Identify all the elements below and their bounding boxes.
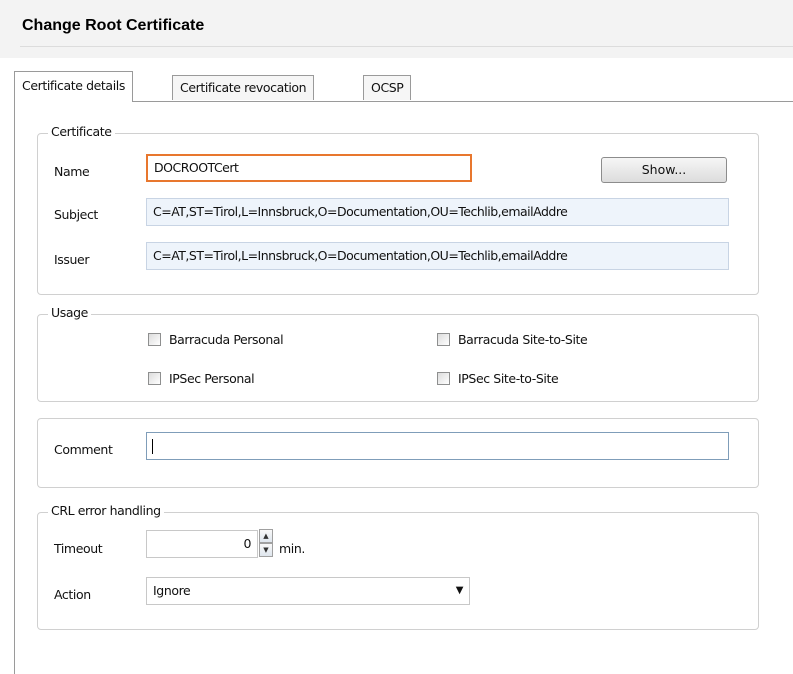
action-selected-value: Ignore [153, 583, 191, 598]
text-caret [152, 439, 153, 454]
issuer-label: Issuer [54, 252, 90, 267]
checkbox-box[interactable] [148, 372, 161, 385]
checkbox-ipsec-personal[interactable]: IPSec Personal [148, 371, 255, 386]
timeout-spinner[interactable]: ▲ ▼ [259, 529, 273, 559]
action-select[interactable]: Ignore ▼ [146, 577, 470, 605]
timeout-label: Timeout [54, 541, 103, 556]
spin-up-icon[interactable]: ▲ [259, 529, 273, 543]
issuer-field[interactable]: C=AT,ST=Tirol,L=Innsbruck,O=Documentatio… [146, 242, 729, 270]
checkbox-label: Barracuda Personal [169, 332, 284, 347]
name-label: Name [54, 164, 90, 179]
window-title: Change Root Certificate [22, 17, 205, 34]
timeout-unit: min. [279, 541, 305, 556]
checkbox-box[interactable] [437, 333, 450, 346]
certificate-legend: Certificate [48, 124, 115, 139]
subject-label: Subject [54, 207, 98, 222]
comment-input[interactable] [146, 432, 729, 460]
checkbox-ipsec-site-to-site[interactable]: IPSec Site-to-Site [437, 371, 559, 386]
usage-group: Usage Barracuda Personal Barracuda Site-… [37, 305, 759, 402]
checkbox-label: Barracuda Site-to-Site [458, 332, 588, 347]
crl-legend: CRL error handling [48, 503, 164, 518]
tab-certificate-details[interactable]: Certificate details [14, 71, 133, 102]
crl-error-handling-group: CRL error handling Timeout 0 ▲ ▼ min. Ac… [37, 503, 759, 630]
tab-ocsp[interactable]: OCSP [363, 75, 412, 100]
checkbox-label: IPSec Personal [169, 371, 255, 386]
title-divider [20, 46, 793, 47]
tab-certificate-revocation[interactable]: Certificate revocation [172, 75, 315, 100]
checkbox-label: IPSec Site-to-Site [458, 371, 559, 386]
certificate-group: Certificate Name DOCROOTCert Show... Sub… [37, 124, 759, 295]
action-label: Action [54, 587, 91, 602]
checkbox-box[interactable] [148, 333, 161, 346]
usage-legend: Usage [48, 305, 91, 320]
show-button[interactable]: Show... [601, 157, 727, 183]
spin-down-icon[interactable]: ▼ [259, 543, 273, 557]
checkbox-box[interactable] [437, 372, 450, 385]
title-bar: Change Root Certificate [0, 0, 793, 58]
tab-panel: Certificate Name DOCROOTCert Show... Sub… [14, 101, 793, 674]
comment-group: Comment [37, 418, 759, 488]
timeout-input[interactable]: 0 [146, 530, 258, 558]
checkbox-barracuda-site-to-site[interactable]: Barracuda Site-to-Site [437, 332, 588, 347]
comment-label: Comment [54, 442, 113, 457]
subject-field[interactable]: C=AT,ST=Tirol,L=Innsbruck,O=Documentatio… [146, 198, 729, 226]
dropdown-arrow-icon[interactable]: ▼ [456, 578, 464, 604]
name-field[interactable]: DOCROOTCert [146, 154, 472, 182]
checkbox-barracuda-personal[interactable]: Barracuda Personal [148, 332, 284, 347]
